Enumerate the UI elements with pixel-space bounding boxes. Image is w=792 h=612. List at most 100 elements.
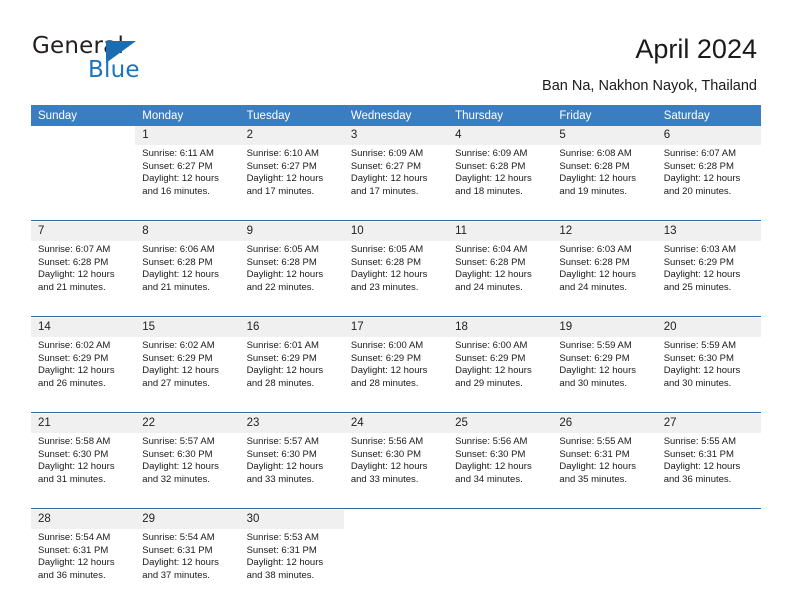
day-sunrise-text: Sunrise: 5:57 AM: [246, 436, 319, 447]
day-number-cell[interactable]: 29: [135, 510, 240, 529]
day-number-cell[interactable]: 30: [239, 510, 344, 529]
general-blue-logo[interactable]: General Blue: [32, 33, 232, 89]
day-detail-cell: Sunrise: 6:00 AM Sunset: 6:29 PM Daylight:…: [448, 337, 553, 413]
day-sunset-text: Sunset: 6:28 PM: [663, 160, 734, 172]
day-sunset-text: Sunset: 6:29 PM: [350, 352, 422, 364]
day-daylight-1-text: Daylight: 12 hours: [559, 461, 636, 473]
day-number-cell[interactable]: 2: [239, 126, 344, 145]
day-number-cell[interactable]: 11: [448, 222, 553, 241]
day-number-cell[interactable]: 13: [656, 222, 761, 241]
day-daylight-1-text: Daylight: 12 hours: [559, 173, 636, 185]
day-number-cell[interactable]: 23: [239, 414, 344, 433]
day-number-empty: [552, 510, 657, 529]
day-daylight-2-text: and 31 minutes.: [38, 473, 106, 485]
day-sunrise-text: Sunrise: 5:56 AM: [350, 436, 424, 447]
day-number-cell[interactable]: 12: [552, 222, 657, 241]
day-daylight-1-text: Daylight: 12 hours: [663, 365, 741, 377]
day-number-cell[interactable]: 5: [552, 126, 657, 145]
day-daylight-2-text: and 33 minutes.: [350, 473, 419, 485]
day-daylight-2-text: and 21 minutes.: [38, 281, 106, 293]
day-detail-cell: Sunrise: 5:59 AM Sunset: 6:30 PM Daylight:…: [656, 337, 761, 413]
day-number-cell[interactable]: 8: [135, 222, 240, 241]
day-daylight-1-text: Daylight: 12 hours: [663, 461, 741, 473]
day-sunset-text: Sunset: 6:30 PM: [663, 352, 734, 364]
day-number-cell[interactable]: 17: [343, 318, 449, 337]
day-daylight-1-text: Daylight: 12 hours: [350, 269, 428, 281]
page-title: April 2024: [635, 34, 757, 64]
day-daylight-2-text: and 35 minutes.: [559, 473, 628, 485]
day-daylight-2-text: and 25 minutes.: [663, 281, 732, 293]
day-number-cell[interactable]: 1: [135, 126, 240, 145]
day-daylight-1-text: Daylight: 12 hours: [246, 557, 324, 569]
day-number-cell[interactable]: 24: [343, 414, 449, 433]
day-number-cell[interactable]: 7: [31, 222, 136, 241]
day-sunrise-text: Sunrise: 5:53 AM: [246, 532, 319, 543]
day-sunrise-text: Sunrise: 6:02 AM: [38, 340, 111, 351]
day-number-cell[interactable]: 3: [343, 126, 449, 145]
day-daylight-2-text: and 33 minutes.: [246, 473, 315, 485]
day-daylight-2-text: and 17 minutes.: [246, 185, 315, 197]
logo-text-blue: Blue: [88, 57, 140, 83]
day-daylight-1-text: Daylight: 12 hours: [455, 269, 532, 281]
day-number-cell[interactable]: 14: [31, 318, 136, 337]
calendar-body: 1 2 3 4 5 6 Sunrise: 6:11 AM Sunset: 6:27 PM Day…: [31, 126, 761, 604]
day-sunset-text: Sunset: 6:27 PM: [246, 160, 317, 172]
day-detail-row: Sunrise: 6:02 AM Sunset: 6:29 PM Daylight:…: [31, 337, 761, 413]
day-number-cell[interactable]: 16: [239, 318, 344, 337]
day-sunset-text: Sunset: 6:31 PM: [663, 448, 734, 460]
day-number-row: 7 8 9 10 11 12 13: [31, 222, 761, 241]
day-detail-cell: Sunrise: 6:10 AM Sunset: 6:27 PM Daylight:…: [239, 145, 344, 221]
day-sunset-text: Sunset: 6:28 PM: [38, 256, 109, 268]
day-sunrise-text: Sunrise: 5:57 AM: [142, 436, 215, 447]
day-number-cell[interactable]: 20: [656, 318, 761, 337]
day-sunrise-text: Sunrise: 6:05 AM: [350, 244, 424, 255]
day-number-cell[interactable]: 15: [135, 318, 240, 337]
weekday-header-monday: Monday: [135, 105, 240, 126]
day-number-cell[interactable]: 21: [31, 414, 136, 433]
day-daylight-1-text: Daylight: 12 hours: [38, 365, 115, 377]
day-daylight-1-text: Daylight: 12 hours: [663, 269, 741, 281]
day-detail-cell: Sunrise: 6:11 AM Sunset: 6:27 PM Daylight:…: [135, 145, 240, 221]
day-sunrise-text: Sunrise: 6:06 AM: [142, 244, 215, 255]
day-daylight-1-text: Daylight: 12 hours: [246, 269, 324, 281]
day-detail-empty: [656, 529, 761, 604]
day-detail-empty: [552, 529, 657, 604]
day-daylight-2-text: and 26 minutes.: [38, 377, 106, 389]
day-number-empty: [343, 510, 449, 529]
day-sunrise-text: Sunrise: 6:09 AM: [350, 148, 424, 159]
day-number-cell[interactable]: 25: [448, 414, 553, 433]
day-number-cell[interactable]: 9: [239, 222, 344, 241]
day-sunrise-text: Sunrise: 5:54 AM: [38, 532, 111, 543]
day-sunrise-text: Sunrise: 5:54 AM: [142, 532, 215, 543]
day-number-cell[interactable]: 6: [656, 126, 761, 145]
day-number-cell[interactable]: 10: [343, 222, 449, 241]
day-number-cell[interactable]: 27: [656, 414, 761, 433]
day-sunset-text: Sunset: 6:28 PM: [246, 256, 317, 268]
day-detail-cell: Sunrise: 6:05 AM Sunset: 6:28 PM Daylight:…: [239, 241, 344, 317]
day-detail-cell: Sunrise: 5:57 AM Sunset: 6:30 PM Daylight:…: [135, 433, 240, 509]
day-sunrise-text: Sunrise: 6:07 AM: [663, 148, 737, 159]
day-daylight-2-text: and 36 minutes.: [663, 473, 732, 485]
day-number-cell[interactable]: 4: [448, 126, 553, 145]
day-daylight-1-text: Daylight: 12 hours: [142, 365, 219, 377]
day-daylight-2-text: and 37 minutes.: [142, 569, 210, 581]
day-sunset-text: Sunset: 6:31 PM: [38, 544, 109, 556]
day-daylight-2-text: and 21 minutes.: [142, 281, 210, 293]
day-daylight-1-text: Daylight: 12 hours: [246, 173, 324, 185]
day-daylight-2-text: and 29 minutes.: [455, 377, 523, 389]
day-daylight-1-text: Daylight: 12 hours: [38, 269, 115, 281]
day-number-cell[interactable]: 28: [31, 510, 136, 529]
day-detail-row: Sunrise: 6:11 AM Sunset: 6:27 PM Daylight:…: [31, 145, 761, 221]
day-number-cell[interactable]: 26: [552, 414, 657, 433]
day-sunset-text: Sunset: 6:28 PM: [559, 256, 630, 268]
day-number-cell[interactable]: 19: [552, 318, 657, 337]
day-daylight-2-text: and 16 minutes.: [142, 185, 210, 197]
day-daylight-1-text: Daylight: 12 hours: [559, 269, 636, 281]
day-sunset-text: Sunset: 6:29 PM: [142, 352, 213, 364]
day-number-cell[interactable]: 18: [448, 318, 553, 337]
day-detail-cell: Sunrise: 5:54 AM Sunset: 6:31 PM Daylight:…: [135, 529, 240, 604]
day-sunset-text: Sunset: 6:30 PM: [142, 448, 213, 460]
day-number-cell[interactable]: 22: [135, 414, 240, 433]
day-sunrise-text: Sunrise: 6:10 AM: [246, 148, 319, 159]
day-daylight-1-text: Daylight: 12 hours: [38, 557, 115, 569]
